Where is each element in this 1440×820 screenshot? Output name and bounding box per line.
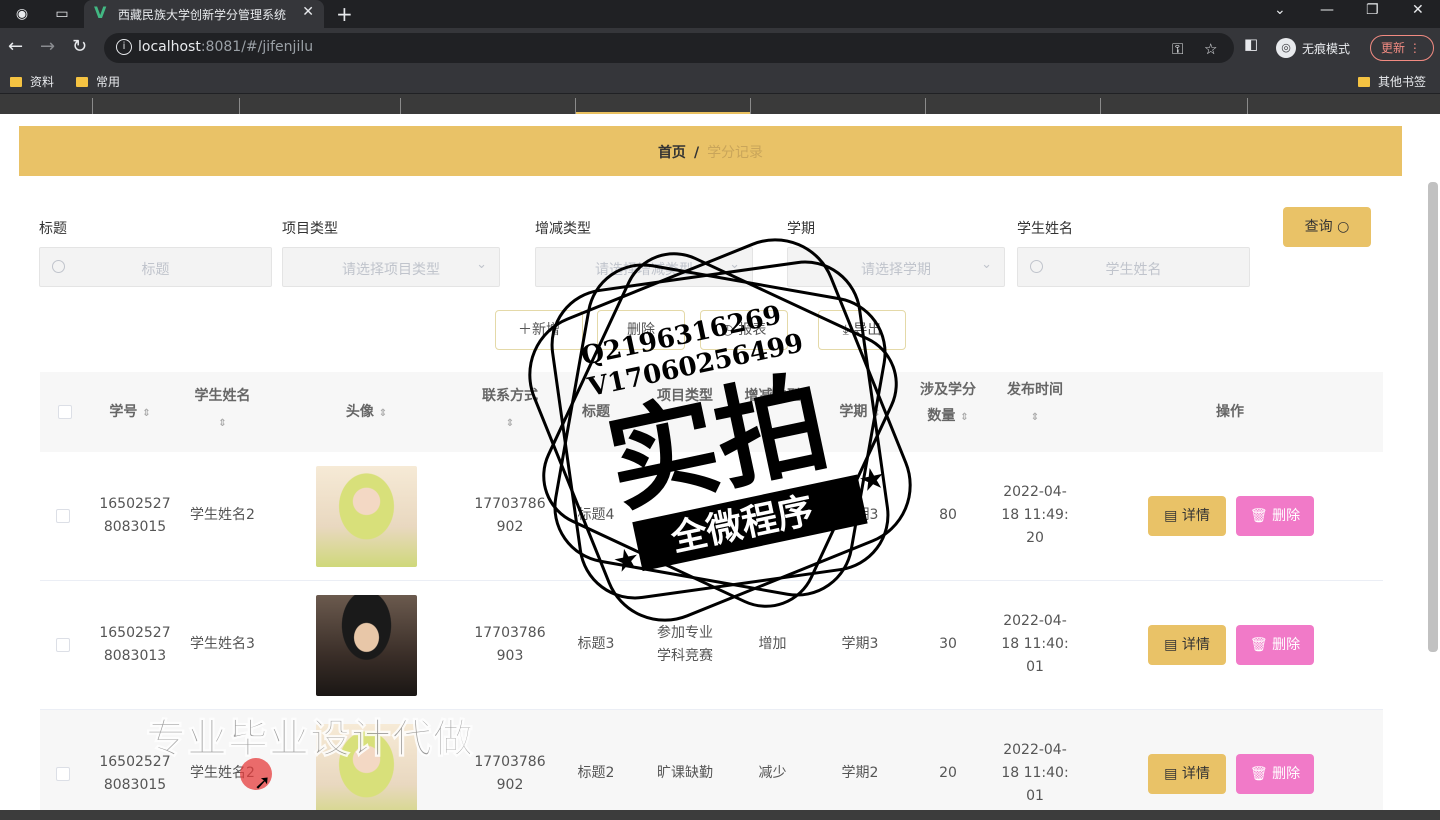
title-filter-label: 标题 <box>39 221 67 237</box>
bookmark-star-icon[interactable]: ☆ <box>1204 40 1217 58</box>
mouse-cursor-icon: ➚ <box>254 770 271 794</box>
breadcrumb-bar: 首页 / 学分记录 <box>19 126 1402 176</box>
cell-contact: 17703786 902 <box>474 754 546 793</box>
watermark-stamp: Q2196316269 V17060256499 实拍 全微程序 ★ ★ <box>528 238 912 622</box>
cell-title: 标题3 <box>577 636 615 652</box>
project-type-label: 项目类型 <box>282 221 338 237</box>
document-icon: ▤ <box>1164 766 1178 782</box>
col-credits[interactable]: 涉及学分 数量 ⇕ <box>908 377 988 431</box>
trash-icon: 🗑 <box>1249 508 1268 524</box>
detail-button[interactable]: ▤ 详情 <box>1148 496 1226 536</box>
col-publish-time[interactable]: 发布时间 ⇕ <box>995 377 1075 431</box>
cell-credits: 20 <box>939 765 957 781</box>
bottom-bar <box>0 810 1440 820</box>
student-name-label: 学生姓名 <box>1017 221 1073 237</box>
breadcrumb-current: 学分记录 <box>707 145 764 161</box>
col-student-name[interactable]: 学生姓名 ⇕ <box>180 383 265 437</box>
site-info-icon[interactable]: i <box>116 39 132 55</box>
forward-icon[interactable]: → <box>40 36 55 57</box>
tab-search-icon[interactable]: ⌄ <box>1274 2 1286 18</box>
document-icon: ▤ <box>1164 508 1178 524</box>
title-filter-input[interactable]: 标题 <box>39 247 272 287</box>
cell-semester: 学期2 <box>841 765 879 781</box>
student-avatar <box>316 466 417 567</box>
search-icon: ○ <box>1337 219 1350 235</box>
browser-menu-icon[interactable]: ◉ <box>12 4 32 24</box>
cell-student-name: 学生姓名2 <box>190 507 255 523</box>
tab-close-icon[interactable]: ✕ <box>302 4 314 20</box>
cell-semester: 学期3 <box>841 636 879 652</box>
cell-student-id: 16502527 8083015 <box>99 496 171 535</box>
folder-icon <box>1358 76 1370 87</box>
cell-student-name: 学生姓名3 <box>190 636 255 652</box>
key-icon[interactable]: ⚿ <box>1172 40 1183 58</box>
col-avatar[interactable]: 头像 ⇕ <box>316 399 417 427</box>
cell-publish-time: 2022-04- 18 11:49: 20 <box>1001 484 1069 546</box>
cell-change-type: 增加 <box>758 636 787 652</box>
incognito-icon: ◎ <box>1276 38 1296 58</box>
bookmark-folder-ziliao[interactable]: 资料 <box>10 73 54 90</box>
reload-icon[interactable]: ↻ <box>72 36 87 57</box>
trash-icon: 🗑 <box>1249 766 1268 782</box>
student-avatar <box>316 595 417 696</box>
close-window-icon[interactable]: ✕ <box>1412 2 1424 18</box>
delete-button[interactable]: 🗑 删除 <box>1236 496 1314 536</box>
project-type-select[interactable]: 请选择项目类型 ⌄ <box>282 247 500 287</box>
other-bookmarks[interactable]: 其他书签 <box>1358 73 1426 90</box>
vue-favicon-icon: V <box>94 3 107 22</box>
star-icon: ★ <box>855 460 889 500</box>
tab-title: 西藏民族大学创新学分管理系统 <box>118 8 287 22</box>
detail-button[interactable]: ▤ 详情 <box>1148 625 1226 665</box>
query-button[interactable]: 查询 ○ <box>1283 207 1371 247</box>
nav-active-indicator <box>576 112 750 114</box>
chevron-down-icon: ⌄ <box>476 257 487 272</box>
url-text: localhost:8081/#/jifenjilu <box>138 39 314 55</box>
bookmarks-bar: 资料 常用 其他书签 <box>0 68 1440 94</box>
row-checkbox[interactable] <box>56 509 70 523</box>
detail-button[interactable]: ▤ 详情 <box>1148 754 1226 794</box>
document-icon: ▤ <box>1164 637 1178 653</box>
cell-publish-time: 2022-04- 18 11:40: 01 <box>1001 613 1069 675</box>
cell-project-type: 旷课缺勤 <box>657 765 713 781</box>
minimize-icon[interactable]: — <box>1320 2 1334 18</box>
page-scrollbar[interactable] <box>1428 182 1438 652</box>
col-operations: 操作 <box>1216 404 1244 420</box>
trash-icon: 🗑 <box>1249 637 1268 653</box>
tab-overview-icon[interactable]: ▭ <box>52 4 72 24</box>
chevron-down-icon: ⌄ <box>981 257 992 272</box>
cell-change-type: 减少 <box>758 765 787 781</box>
select-all-checkbox[interactable] <box>58 405 72 419</box>
delete-button[interactable]: 🗑 删除 <box>1236 625 1314 665</box>
sidebar-icon[interactable]: ◧ <box>1244 35 1258 53</box>
incognito-indicator[interactable]: ◎ 无痕模式 <box>1276 35 1350 61</box>
browser-tab-bar: ◉ ▭ V 西藏民族大学创新学分管理系统 ✕ + ⌄ — ❐ ✕ <box>0 0 1440 28</box>
back-icon[interactable]: ← <box>8 36 23 57</box>
row-checkbox[interactable] <box>56 638 70 652</box>
update-button[interactable]: 更新 ⋮ <box>1370 35 1434 61</box>
watermark-caption: 专业毕业设计代做 <box>146 716 474 763</box>
browser-toolbar: ← → ↻ i localhost:8081/#/jifenjilu ⚿ ☆ ◧… <box>0 28 1440 68</box>
student-name-input[interactable]: 学生姓名 <box>1017 247 1250 287</box>
maximize-icon[interactable]: ❐ <box>1366 2 1379 18</box>
cell-publish-time: 2022-04- 18 11:40: 01 <box>1001 742 1069 804</box>
folder-icon <box>10 76 22 87</box>
top-navigation <box>0 94 1440 114</box>
delete-button[interactable]: 🗑 删除 <box>1236 754 1314 794</box>
folder-icon <box>76 76 88 87</box>
row-checkbox[interactable] <box>56 767 70 781</box>
cell-credits: 30 <box>939 636 957 652</box>
breadcrumb: 首页 / 学分记录 <box>657 145 764 161</box>
new-tab-icon[interactable]: + <box>336 2 353 26</box>
address-bar[interactable]: i localhost:8081/#/jifenjilu ⚿ ☆ <box>104 33 1234 63</box>
cell-student-id: 16502527 8083013 <box>99 625 171 664</box>
cell-title: 标题2 <box>577 765 615 781</box>
bookmark-folder-changyong[interactable]: 常用 <box>76 73 120 90</box>
cell-credits: 80 <box>939 507 957 523</box>
col-student-id[interactable]: 学号 ⇕ <box>90 399 170 427</box>
breadcrumb-home[interactable]: 首页 <box>658 145 686 161</box>
browser-tab[interactable]: V 西藏民族大学创新学分管理系统 ✕ <box>84 0 324 28</box>
